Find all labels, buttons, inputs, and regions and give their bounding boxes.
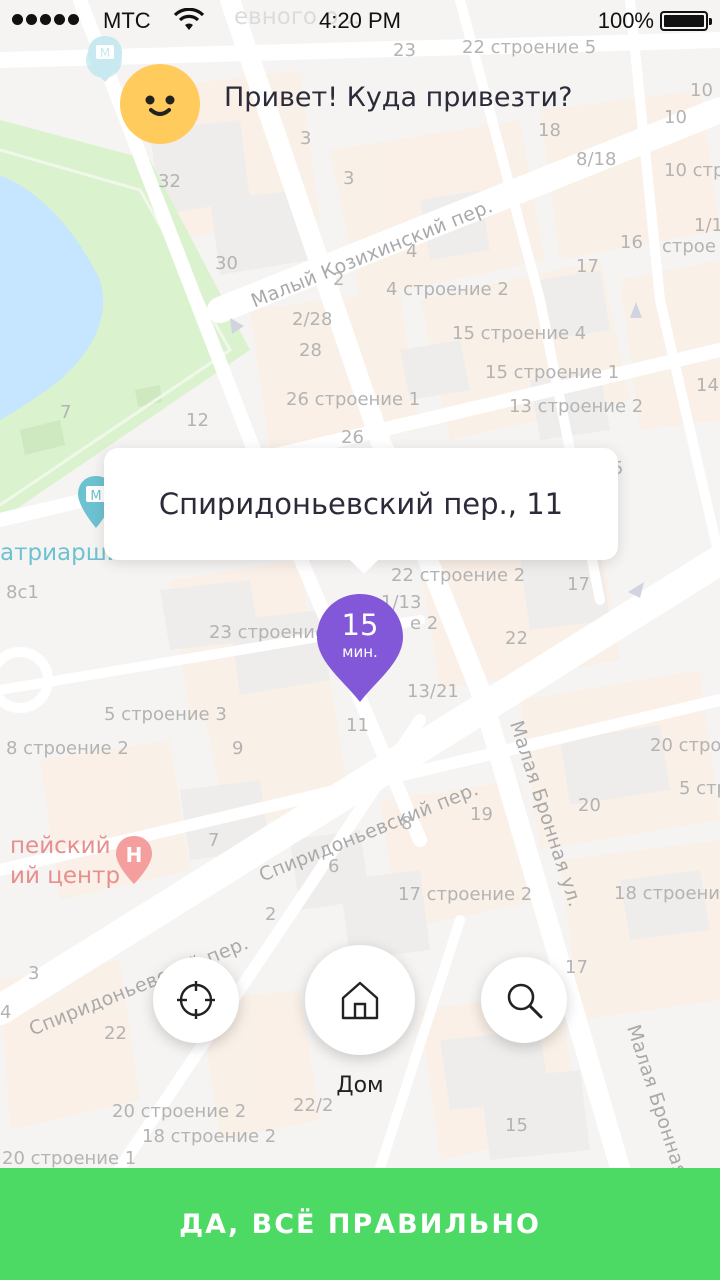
battery-icon [660,11,712,31]
map-label: 22 строение 5 [462,37,597,58]
map-label: 5 стр [679,778,720,799]
map-label: 26 строение 1 [286,389,421,410]
map-label: 7 [60,402,72,423]
map-label: 15 строение 1 [485,362,620,383]
map-label: 18 [538,120,561,141]
home-button-label: Дом [336,1073,384,1098]
svg-text:M: M [90,489,101,504]
map-label: 10 [664,107,687,128]
map-label: 20 стро [650,735,720,756]
map-label: 8с1 [6,582,39,603]
map-label: 7 [208,830,220,851]
map-label: 23 [393,40,416,61]
map-label: 8 строение 2 [6,738,129,759]
map-label: 18 строение [614,883,720,904]
map-label: 13/21 [407,681,459,702]
map-label: строе [662,236,716,257]
map-label: 16 [620,232,643,253]
search-button[interactable] [481,957,567,1043]
pin-minutes: 15 [341,608,379,642]
map-label: 17 [576,256,599,277]
map-label: 1/1 [694,215,720,236]
map-label: 17 [567,574,590,595]
map-label: 20 [578,795,601,816]
map-label: 26 [341,427,364,448]
map-label: 22/2 [293,1095,334,1116]
map-label: 2/28 [292,309,333,330]
map-label: 17 строение 2 [398,884,533,905]
home-icon [341,981,379,1020]
address-text: Спиридоньевский пер., 11 [158,487,564,521]
map-label: 22 [104,1023,127,1044]
crosshair-icon [177,981,215,1019]
map-label: 9 [232,738,244,759]
map-label: 20 строение 1 [2,1148,137,1168]
svg-text:M: M [100,46,110,60]
poi-center-line1: пейский [10,833,111,859]
status-bar: МТС 4:20 PM 100% [0,0,720,40]
smiley-face-icon [145,95,175,116]
map-label: е 2 [410,613,439,634]
map-label: 28 [299,340,322,361]
map-label: 8 [401,813,413,834]
map-label: 10 [690,80,713,101]
map-label: 18 строение 2 [142,1126,277,1147]
map-label: 10 стр [664,160,720,181]
map-label: 3 [300,128,312,149]
pin-unit: мин. [342,643,378,661]
map-label: 4 [0,1002,12,1023]
map-label: 20 строение 2 [112,1101,247,1122]
map-label: 3 [343,168,355,189]
svg-text:H: H [126,843,143,867]
greeting-text: Привет! Куда привезти? [224,82,573,113]
destination-pin[interactable]: 15 мин. [315,592,405,704]
map-label: 23 строение [209,622,327,643]
map-label: 5 строение 3 [104,704,227,725]
map-label: 4 строение 2 [386,279,509,300]
map-label: 13 строение 2 [509,396,644,417]
search-icon [507,983,543,1019]
confirm-label: ДА, ВСЁ ПРАВИЛЬНО [179,1208,541,1240]
home-button[interactable] [305,945,415,1055]
confirm-address-button[interactable]: ДА, ВСЁ ПРАВИЛЬНО [0,1168,720,1280]
map-label: 4 [406,241,418,262]
map-label: 30 [215,253,238,274]
map-label: 12 [186,410,209,431]
map-label: 19 [470,804,493,825]
map-label: 22 [505,628,528,649]
map-label: 15 [505,1115,528,1136]
map-label: 15 строение 4 [452,323,587,344]
map-label: 22 строение 2 [391,565,526,586]
map-label: 6 [328,856,340,877]
battery-percentage: 100% [597,8,654,33]
map-label: 3 [28,963,40,984]
assistant-avatar [120,64,200,144]
map-label: 11 [346,715,369,736]
map-label: 32 [158,171,181,192]
poi-center-line2: ий центр [10,863,121,889]
address-callout[interactable]: Спиридоньевский пер., 11 [104,448,618,574]
map-label: 2 [333,269,345,290]
map-label: 2 [265,904,277,925]
museum-marker-faded-icon: M [88,36,122,82]
map-label: 14 [696,375,719,396]
map-label: 17 [565,957,588,978]
map-label: 8/18 [576,149,617,170]
locate-me-button[interactable] [153,957,239,1043]
